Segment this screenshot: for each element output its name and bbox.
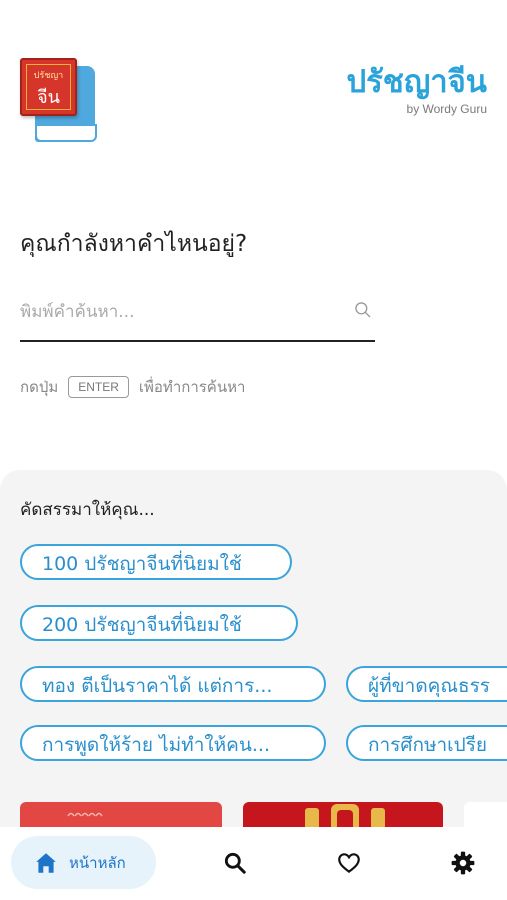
logo-text-bottom: จีน (37, 87, 60, 108)
search-icon[interactable] (353, 300, 373, 320)
chip-virtue-saying[interactable]: ผู้ที่ขาดคุณธรร (346, 666, 507, 702)
search-field[interactable] (20, 290, 375, 342)
app-subtitle: by Wordy Guru (406, 102, 487, 116)
bottom-nav: หน้าหลัก (0, 827, 507, 900)
search-input[interactable] (20, 294, 340, 330)
logo-book-cover: ปรัชญา จีน (20, 58, 77, 116)
recommend-title: คัดสรรมาให้คุณ... (20, 500, 155, 520)
app-logo: ปรัชญา จีน (20, 58, 100, 146)
gear-icon[interactable] (450, 850, 476, 876)
enter-key-badge: ENTER (68, 376, 129, 398)
home-icon (36, 852, 56, 873)
chip-200-philosophy[interactable]: 200 ปรัชญาจีนที่นิยมใช้ (20, 605, 298, 641)
chip-100-philosophy[interactable]: 100 ปรัชญาจีนที่นิยมใช้ (20, 544, 292, 580)
logo-book-pages (35, 124, 97, 142)
search-question: คุณกำลังหาคำไหนอยู่? (20, 231, 248, 257)
logo-text-top: ปรัชญา (33, 71, 64, 81)
app-title: ปรัชญาจีน (346, 64, 487, 100)
nav-home[interactable]: หน้าหลัก (11, 836, 156, 889)
chip-gold-saying[interactable]: ทอง ตีเป็นราคาได้ แต่การ... (20, 666, 326, 702)
chip-slander-saying[interactable]: การพูดให้ร้าย ไม่ทำให้คน... (20, 725, 326, 761)
search-hint: กดปุ่ม ENTER เพื่อทำการค้นหา (20, 372, 245, 402)
heart-icon[interactable] (336, 850, 362, 876)
hint-suffix: เพื่อทำการค้นหา (138, 378, 246, 396)
hint-prefix: กดปุ่ม (20, 378, 59, 396)
chip-education-saying[interactable]: การศึกษาเปรีย (346, 725, 507, 761)
search-icon[interactable] (222, 850, 248, 876)
nav-home-label: หน้าหลัก (69, 853, 126, 872)
